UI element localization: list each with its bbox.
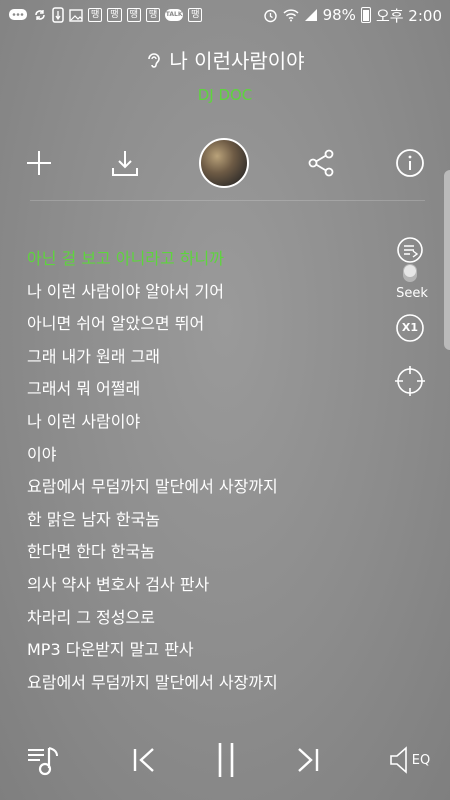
track-artist[interactable]: DJ DOC: [0, 86, 450, 104]
playlist-button[interactable]: [22, 730, 66, 790]
sync-icon: [33, 8, 47, 22]
share-button[interactable]: [291, 128, 351, 198]
download-button[interactable]: [95, 128, 155, 198]
track-title-row: 나 이런사람이야: [0, 45, 450, 74]
system-icons: 98% 오후 2:00: [263, 5, 442, 26]
crosshair-icon: [395, 366, 425, 396]
lyric-line[interactable]: 한다면 한다 한국놈: [27, 536, 387, 569]
chat-icon: [8, 8, 28, 22]
app-badge-icon: 땡: [145, 8, 161, 22]
lyric-line[interactable]: 요람에서 무덤까지 말단에서 사장까지: [27, 471, 387, 504]
lyric-line[interactable]: 한 맑은 남자 한국놈: [27, 504, 387, 537]
lyric-line[interactable]: 이야: [27, 439, 387, 472]
battery-text: 98%: [322, 6, 356, 24]
divider: [30, 200, 425, 201]
listening-icon: [145, 51, 163, 69]
seek-icon: [395, 236, 425, 286]
album-cover-button[interactable]: [194, 128, 254, 198]
album-cover: [199, 138, 249, 188]
lyric-line[interactable]: 요람에서 무덤까지 말단에서 사장까지: [27, 667, 387, 700]
wifi-icon: [283, 8, 299, 22]
alarm-icon: [263, 8, 278, 23]
lyric-line[interactable]: 아닌 걸 보고 아니라고 하니까: [27, 243, 387, 276]
add-button[interactable]: [9, 128, 69, 198]
lyrics-list[interactable]: 아닌 걸 보고 아니라고 하니까 나 이런 사람이야 알아서 기어 아니면 쉬어…: [27, 243, 387, 699]
clock: 오후 2:00: [375, 6, 442, 25]
lyric-line[interactable]: 나 이런 사람이야 알아서 기어: [27, 276, 387, 309]
playlist-icon: [24, 740, 64, 780]
speed-label: X1: [401, 321, 419, 334]
app-badge-icon: 땡: [88, 8, 103, 22]
locate-button[interactable]: [395, 366, 425, 396]
talk-icon: TALK: [165, 9, 184, 21]
lyric-line[interactable]: 아니면 쉬어 알았으면 뛰어: [27, 308, 387, 341]
download-icon: [110, 148, 140, 178]
info-button[interactable]: [380, 128, 440, 198]
previous-icon: [129, 745, 159, 775]
app-badge-icon: 땡: [107, 8, 122, 22]
image-icon: [69, 8, 83, 22]
app-badge-icon: 땡: [188, 8, 203, 22]
lyric-line[interactable]: 의사 약사 변호사 검사 판사: [27, 569, 387, 602]
lyric-line[interactable]: MP3 다운받지 말고 판사: [27, 634, 387, 667]
lyric-line[interactable]: 그래 내가 원래 그래: [27, 341, 387, 374]
signal-icon: [304, 8, 318, 22]
previous-button[interactable]: [124, 730, 164, 790]
speed-button[interactable]: X1: [395, 313, 425, 343]
equalizer-button[interactable]: EQ: [384, 730, 434, 790]
eq-label: EQ: [411, 752, 431, 768]
pause-icon: [211, 740, 241, 780]
battery-icon: [360, 7, 371, 23]
info-icon: [395, 148, 425, 178]
status-bar: 땡 땡 땡 땡 TALK 땡 98% 오후 2:00: [0, 0, 450, 30]
lyric-line[interactable]: 그래서 뭐 어쩔래: [27, 373, 387, 406]
speaker-icon: [388, 745, 410, 775]
app-badge-icon: 땡: [126, 8, 141, 22]
share-icon: [307, 149, 335, 177]
action-row: [0, 128, 450, 198]
pause-button[interactable]: [206, 730, 246, 790]
notification-icons: 땡 땡 땡 땡 TALK 땡: [8, 7, 203, 23]
add-icon: [25, 149, 53, 177]
player-controls: EQ: [0, 730, 450, 790]
lyric-line[interactable]: 나 이런 사람이야: [27, 406, 387, 439]
lyric-line[interactable]: 차라리 그 정성으로: [27, 602, 387, 635]
next-button[interactable]: [288, 730, 328, 790]
seek-toggle-button[interactable]: [395, 236, 425, 286]
next-icon: [293, 745, 323, 775]
usb-icon: [52, 7, 64, 23]
seek-label: Seek: [396, 286, 428, 301]
edge-panel-handle[interactable]: [444, 170, 450, 350]
track-title: 나 이런사람이야: [169, 49, 305, 73]
